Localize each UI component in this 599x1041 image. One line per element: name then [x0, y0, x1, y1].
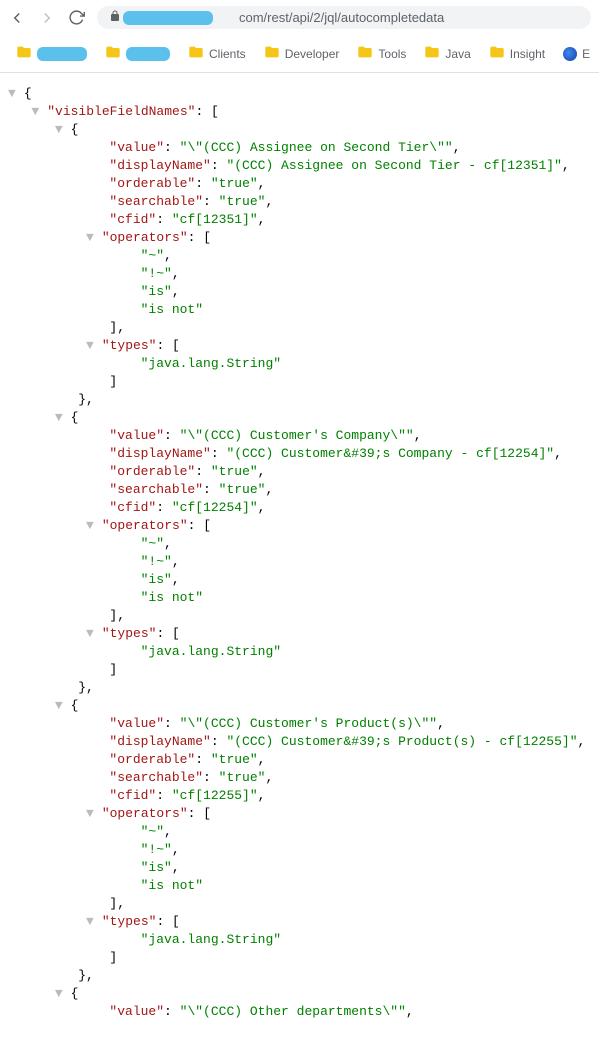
folder-icon [105, 44, 121, 63]
lock-icon [109, 10, 121, 25]
back-icon[interactable] [8, 9, 26, 27]
reload-icon[interactable] [68, 9, 85, 26]
bookmark-developer[interactable]: Developer [258, 41, 346, 66]
bookmark-label: Developer [285, 47, 340, 61]
redaction-url [123, 11, 213, 25]
bookmark-tools[interactable]: Tools [351, 41, 412, 66]
bookmark-label: E [582, 47, 590, 61]
folder-icon [489, 44, 505, 63]
browser-toolbar: com/rest/api/2/jql/autocompletedata [0, 0, 599, 35]
folder-icon [264, 44, 280, 63]
bookmark-ext[interactable]: E [557, 44, 596, 64]
bookmark-label: Tools [378, 47, 406, 61]
extension-icon [563, 47, 577, 61]
bookmark-label: Clients [209, 47, 246, 61]
bookmarks-bar: Clients Developer Tools Java Insight E [0, 35, 599, 73]
json-content: ▼ { ▼ "visibleFieldNames": [ ▼ { "value"… [0, 73, 599, 1041]
folder-icon [16, 44, 32, 63]
bookmark-label: Insight [510, 47, 545, 61]
folder-icon [357, 44, 373, 63]
redaction-bookmark [37, 47, 87, 61]
folder-icon [188, 44, 204, 63]
redaction-bookmark [126, 47, 170, 61]
address-bar[interactable]: com/rest/api/2/jql/autocompletedata [97, 6, 591, 29]
forward-icon[interactable] [38, 9, 56, 27]
folder-icon [424, 44, 440, 63]
bookmark-item[interactable] [10, 41, 93, 66]
url-text: com/rest/api/2/jql/autocompletedata [239, 10, 444, 25]
bookmark-label: Java [445, 47, 470, 61]
bookmark-insight[interactable]: Insight [483, 41, 551, 66]
bookmark-item[interactable] [99, 41, 176, 66]
bookmark-java[interactable]: Java [418, 41, 476, 66]
bookmark-clients[interactable]: Clients [182, 41, 252, 66]
